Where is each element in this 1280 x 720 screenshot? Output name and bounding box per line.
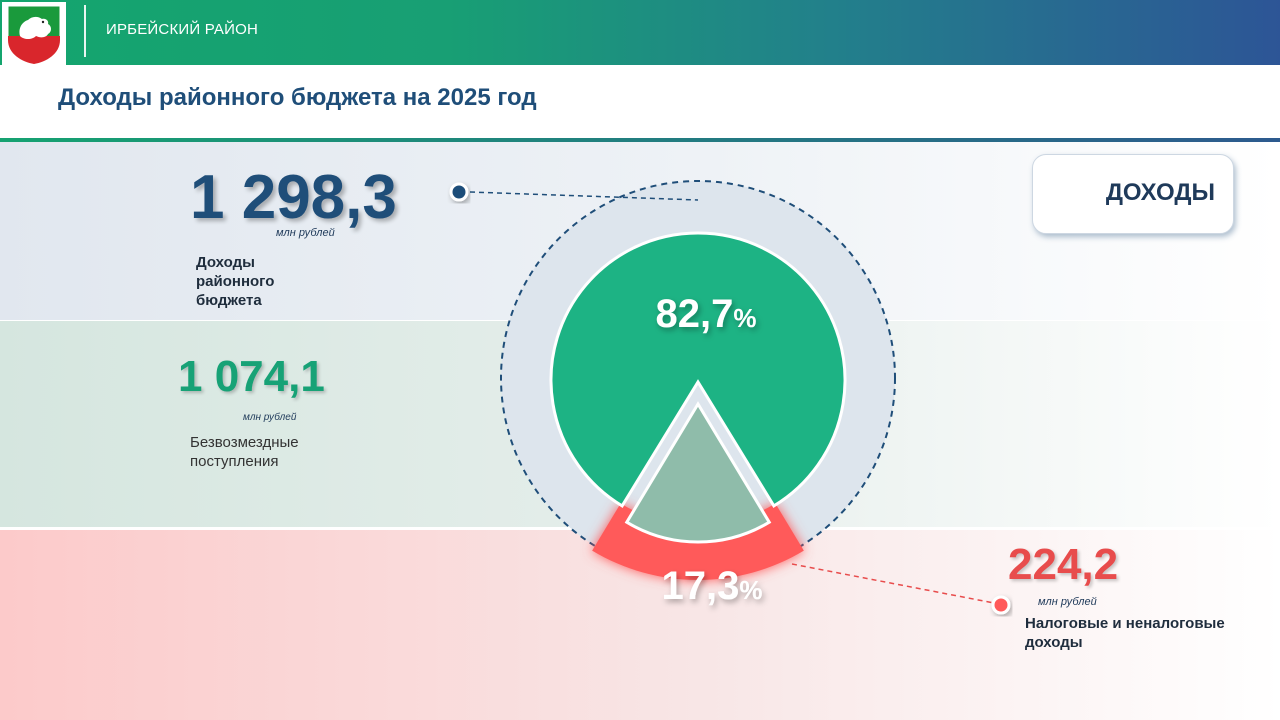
- leader-tax-dot: [991, 595, 1011, 615]
- leader-total-dot: [449, 182, 469, 202]
- pie-chart: 82,7% 17,3%: [449, 180, 1011, 615]
- leader-tax: [791, 563, 995, 604]
